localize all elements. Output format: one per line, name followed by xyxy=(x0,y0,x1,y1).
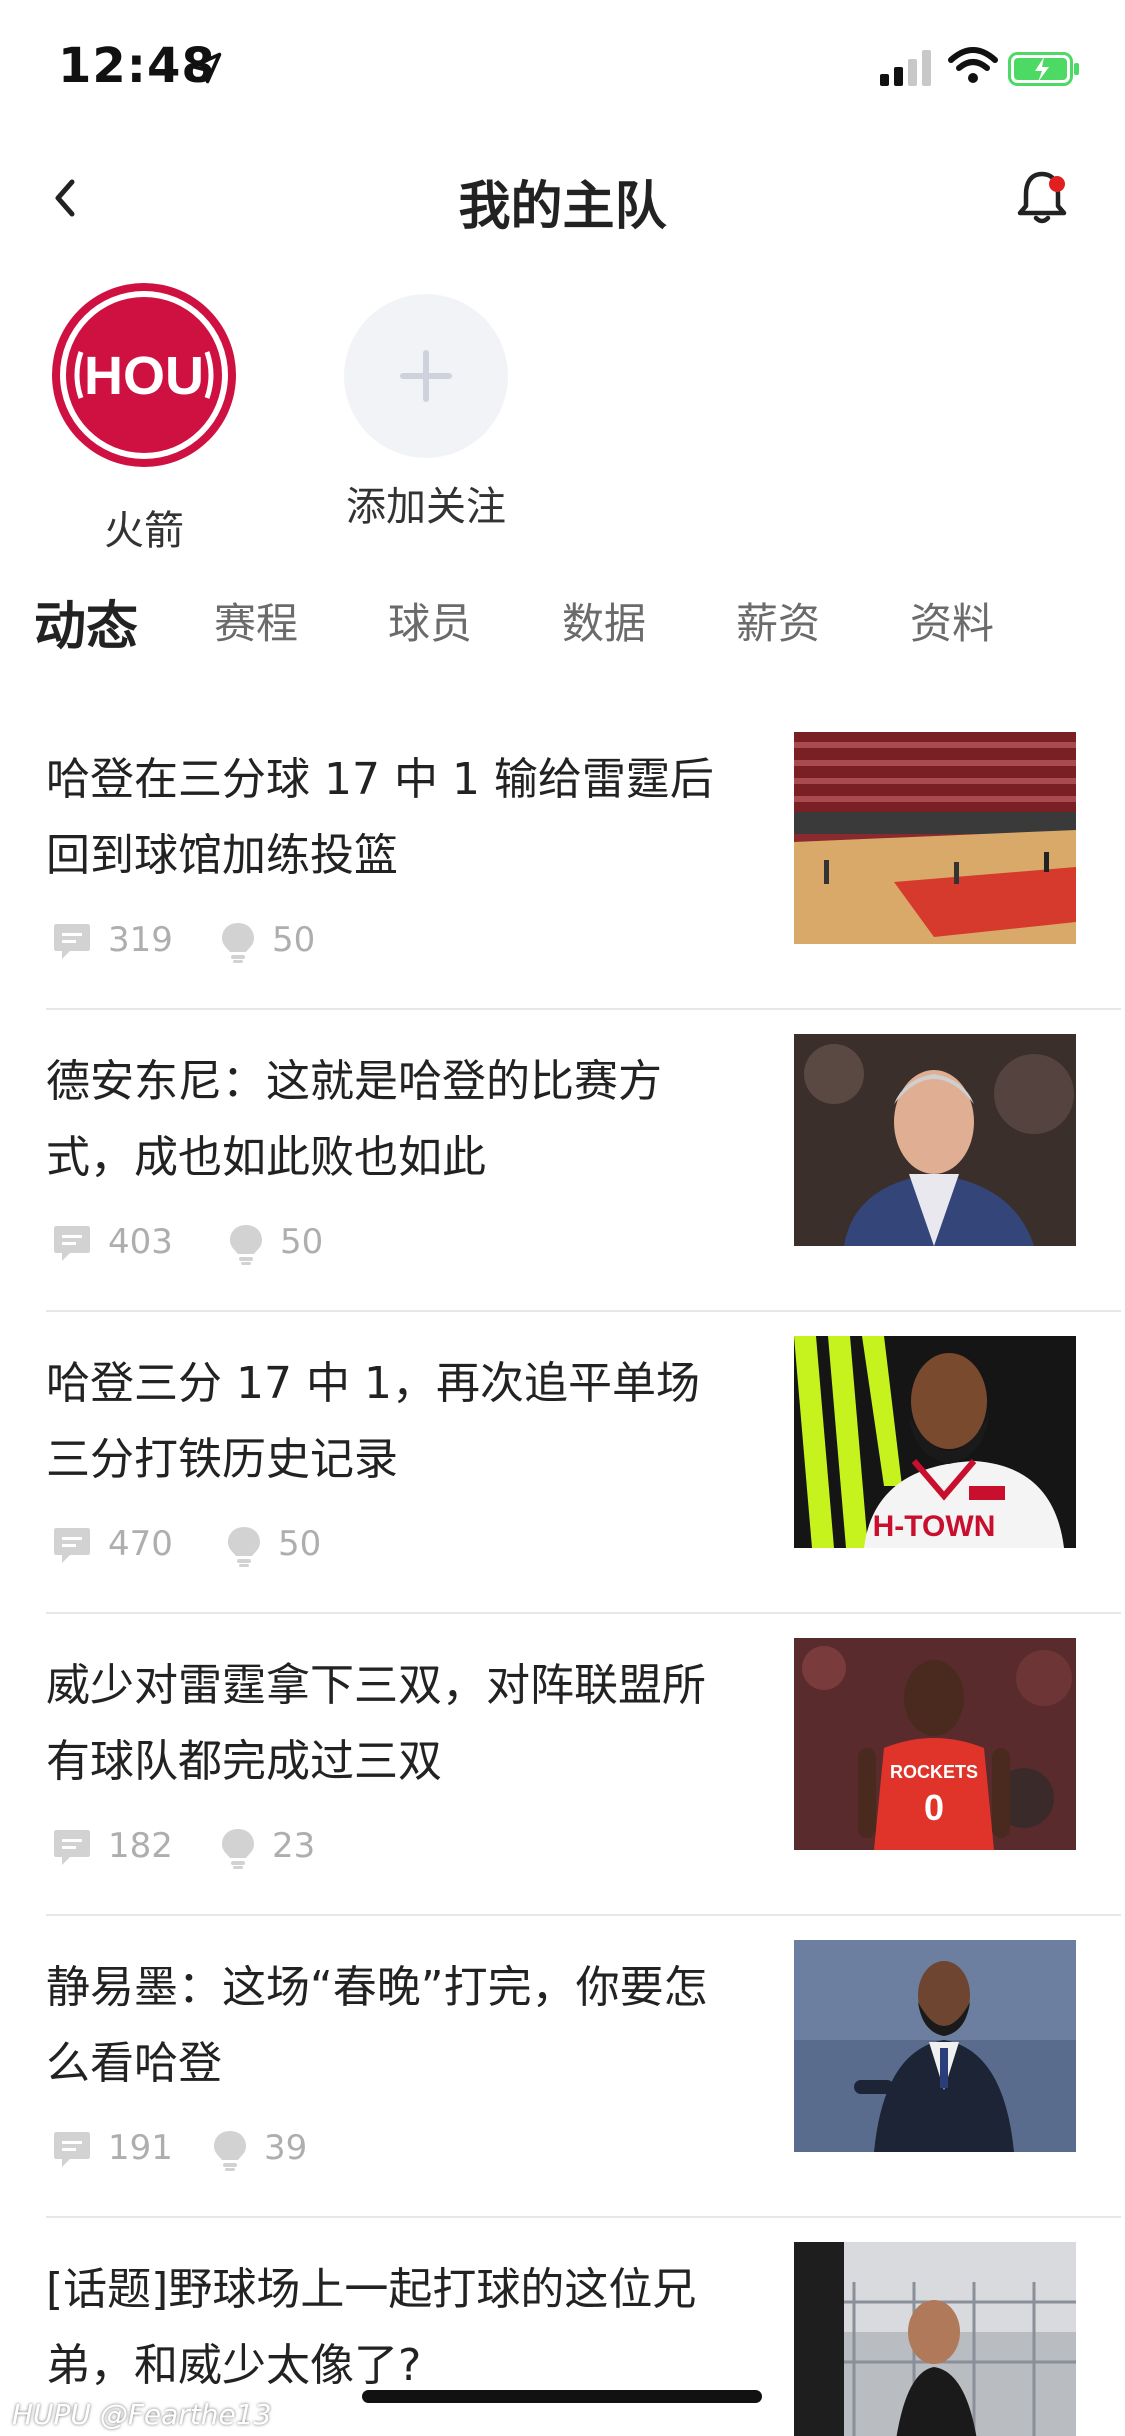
news-title: 静易墨：这场“春晚”打完，你要怎么看哈登 xyxy=(46,1962,708,2089)
svg-text:0: 0 xyxy=(924,1787,944,1828)
battery-charging-icon xyxy=(1008,52,1079,86)
divider xyxy=(46,1914,1121,1916)
home-indicator[interactable] xyxy=(362,2390,762,2403)
lightbulb-icon xyxy=(222,1829,254,1869)
status-bar: 12:48 xyxy=(0,0,1125,140)
news-item[interactable]: 德安东尼：这就是哈登的比赛方式，成也如此败也如此 403 50 xyxy=(46,1034,1121,1344)
news-thumbnail-street-court xyxy=(794,2242,1076,2436)
tab-stats[interactable]: 数据 xyxy=(562,590,646,651)
like-count: 23 xyxy=(272,1826,316,1866)
tab-schedule[interactable]: 赛程 xyxy=(214,590,298,651)
like-count: 50 xyxy=(278,1524,322,1564)
divider xyxy=(46,1310,1121,1312)
lightbulb-icon xyxy=(230,1225,262,1265)
notification-bell-icon[interactable] xyxy=(1010,166,1074,230)
tab-players[interactable]: 球员 xyxy=(388,590,472,651)
news-title: 威少对雷霆拿下三双，对阵联盟所有球队都完成过三双 xyxy=(46,1660,706,1787)
news-title: 哈登三分 17 中 1，再次追平单场三分打铁历史记录 xyxy=(46,1358,700,1485)
svg-text:HOU: HOU xyxy=(84,346,204,406)
news-thumbnail-harden: H-TOWN xyxy=(794,1336,1076,1548)
add-follow-label: 添加关注 xyxy=(346,484,506,530)
comment-icon xyxy=(54,2132,90,2167)
news-thumbnail-suit xyxy=(794,1940,1076,2152)
lightbulb-icon xyxy=(214,2131,246,2171)
comment-icon xyxy=(54,924,90,959)
tab-info[interactable]: 资料 xyxy=(910,590,994,651)
comment-count: 403 xyxy=(108,1222,173,1262)
like-count: 50 xyxy=(280,1222,324,1262)
rockets-logo-icon: HOU xyxy=(52,283,236,467)
comment-count: 319 xyxy=(108,920,173,960)
divider xyxy=(46,1008,1121,1010)
wifi-icon xyxy=(948,47,998,83)
news-thumbnail-westbrook: ROCKETS 0 xyxy=(794,1638,1076,1850)
comment-count: 182 xyxy=(108,1826,173,1866)
tab-salary[interactable]: 薪资 xyxy=(736,590,820,651)
divider xyxy=(46,1612,1121,1614)
svg-text:H-TOWN: H-TOWN xyxy=(873,1510,996,1543)
watermark: HUPU @Fearthe13 xyxy=(12,2398,272,2431)
lightbulb-icon xyxy=(228,1527,260,1567)
news-item[interactable]: 哈登三分 17 中 1，再次追平单场三分打铁历史记录 470 50 H-TOWN xyxy=(46,1336,1121,1646)
lightbulb-icon xyxy=(222,923,254,963)
comment-count: 470 xyxy=(108,1524,173,1564)
cellular-signal-icon xyxy=(880,50,931,86)
news-item[interactable]: 哈登在三分球 17 中 1 输给雷霆后回到球馆加练投篮 319 50 xyxy=(46,732,1121,1042)
team-rockets[interactable]: HOU 火箭 xyxy=(44,282,244,556)
comment-count: 191 xyxy=(108,2128,173,2168)
news-item[interactable]: 威少对雷霆拿下三双，对阵联盟所有球队都完成过三双 182 23 ROCKETS … xyxy=(46,1638,1121,1948)
like-count: 39 xyxy=(264,2128,308,2168)
news-title: [话题]野球场上一起打球的这位兄弟，和威少太像了? xyxy=(46,2264,697,2391)
location-arrow-icon xyxy=(190,52,222,84)
add-circle xyxy=(344,294,508,458)
plus-icon xyxy=(400,350,452,402)
comment-icon xyxy=(54,1830,90,1865)
news-thumbnail-coach xyxy=(794,1034,1076,1246)
page-title: 我的主队 xyxy=(458,177,667,237)
comment-icon xyxy=(54,1226,90,1261)
news-title: 哈登在三分球 17 中 1 输给雷霆后回到球馆加练投篮 xyxy=(46,754,714,881)
tab-bar: 动态 赛程 球员 数据 薪资 资料 xyxy=(34,590,1094,670)
news-item[interactable]: 静易墨：这场“春晚”打完，你要怎么看哈登 191 39 xyxy=(46,1940,1121,2250)
divider xyxy=(46,2216,1121,2218)
team-name: 火箭 xyxy=(104,508,184,554)
add-follow-button[interactable]: 添加关注 xyxy=(326,282,526,532)
comment-icon xyxy=(54,1528,90,1563)
news-thumbnail-arena xyxy=(794,732,1076,944)
tab-dynamic[interactable]: 动态 xyxy=(34,584,138,659)
news-title: 德安东尼：这就是哈登的比赛方式，成也如此败也如此 xyxy=(46,1056,662,1183)
like-count: 50 xyxy=(272,920,316,960)
svg-text:ROCKETS: ROCKETS xyxy=(890,1762,978,1782)
